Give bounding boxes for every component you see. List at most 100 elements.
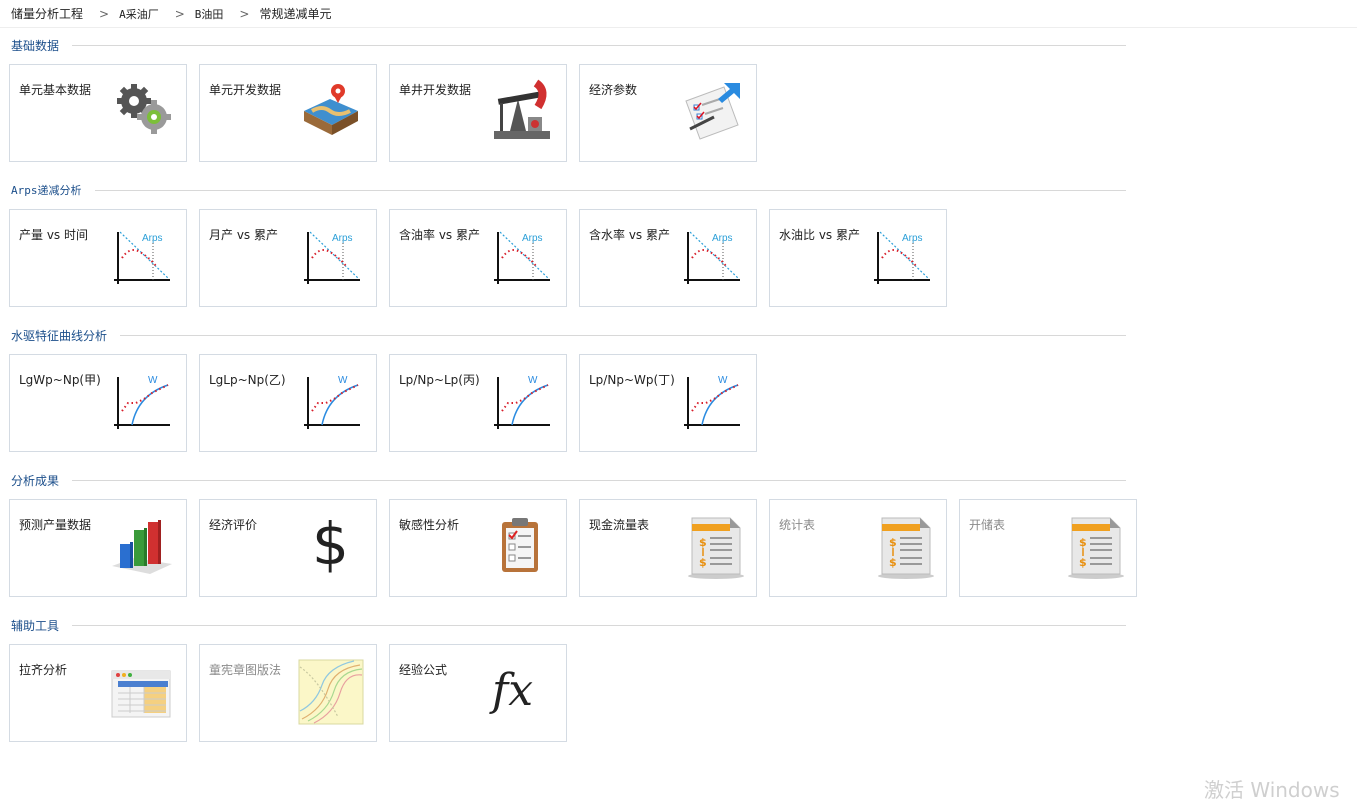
- tile-label: 经济参数: [589, 83, 638, 97]
- section-title: 辅助工具: [11, 618, 60, 633]
- section-divider: [94, 189, 1126, 191]
- breadcrumb-item-field[interactable]: B油田: [195, 6, 224, 22]
- svg-text:$: $: [1079, 556, 1087, 569]
- tile-lpnp-wp[interactable]: Lp/Np~Wp(丁) W: [579, 354, 757, 452]
- tile-label: 经验公式: [399, 663, 448, 677]
- chart-label: Arps: [142, 233, 163, 244]
- spreadsheet-icon: [111, 670, 171, 718]
- svg-text:$: $: [889, 556, 897, 569]
- chart-label: Arps: [712, 233, 733, 244]
- section-header-basic: 基础数据: [11, 37, 1126, 53]
- tile-tong-chart-method[interactable]: 童宪章图版法: [199, 644, 377, 742]
- bar-chart-icon: [112, 520, 172, 574]
- tile-label: 拉齐分析: [19, 663, 68, 677]
- clipboard-checklist-icon: [502, 518, 538, 572]
- tile-reserves-table[interactable]: 开储表 $ $: [959, 499, 1137, 597]
- tile-unit-basic-data[interactable]: 单元基本数据: [9, 64, 187, 162]
- tile-label: 童宪章图版法: [209, 663, 282, 677]
- water-drive-chart-icon: W: [684, 375, 740, 429]
- section-divider: [120, 334, 1126, 336]
- chart-plate-icon: [298, 659, 364, 725]
- tile-sensitivity-analysis[interactable]: 敏感性分析: [389, 499, 567, 597]
- breadcrumb-item-project[interactable]: 储量分析工程: [11, 5, 83, 22]
- tile-label: Lp/Np~Wp(丁): [589, 373, 675, 387]
- breadcrumb-item-plant[interactable]: A采油厂: [119, 6, 159, 22]
- water-drive-chart-icon: W: [114, 375, 170, 429]
- chart-label: W: [718, 375, 728, 386]
- tile-label: 单元基本数据: [19, 83, 92, 97]
- arps-decline-chart-icon: Arps: [114, 231, 170, 284]
- tile-label: 敏感性分析: [399, 518, 460, 532]
- svg-text:$: $: [1079, 536, 1087, 549]
- tile-label: 含油率 vs 累产: [399, 228, 480, 242]
- arps-decline-chart-icon: Arps: [304, 231, 360, 284]
- tile-label: 单井开发数据: [399, 83, 472, 97]
- chevron-right-icon: >: [174, 6, 185, 21]
- function-fx-icon: fx: [492, 665, 534, 716]
- finance-document-icon: $ $: [688, 517, 744, 579]
- section-title: Arps递减分析: [11, 184, 82, 197]
- section-divider: [72, 44, 1126, 46]
- map-pin-icon: [304, 84, 358, 135]
- section-title: 分析成果: [11, 473, 60, 488]
- tile-label: 开储表: [969, 518, 1006, 532]
- tile-forecast-production[interactable]: 预测产量数据: [9, 499, 187, 597]
- svg-text:$: $: [889, 536, 897, 549]
- finance-document-icon: $ $: [1068, 517, 1124, 579]
- svg-text:$: $: [699, 556, 707, 569]
- chevron-right-icon: >: [239, 6, 250, 21]
- tile-statistics-table[interactable]: 统计表 $ $: [769, 499, 947, 597]
- section-header-arps: Arps递减分析: [11, 182, 1126, 198]
- tile-well-dev-data[interactable]: 单井开发数据: [389, 64, 567, 162]
- arps-decline-chart-icon: Arps: [874, 231, 930, 284]
- tile-label: 经济评价: [209, 518, 258, 532]
- tile-empirical-formula[interactable]: 经验公式 fx: [389, 644, 567, 742]
- tile-rate-vs-time[interactable]: 产量 vs 时间 Arps: [9, 209, 187, 307]
- tile-label: 含水率 vs 累产: [589, 228, 670, 242]
- tile-water-cut-vs-cumulative[interactable]: 含水率 vs 累产 Arps: [579, 209, 757, 307]
- tile-label: 预测产量数据: [19, 518, 92, 532]
- tile-alignment-analysis[interactable]: 拉齐分析: [9, 644, 187, 742]
- checklist-pen-icon: [685, 83, 740, 140]
- chart-label: Arps: [332, 233, 353, 244]
- tile-economic-evaluation[interactable]: 经济评价 $: [199, 499, 377, 597]
- chart-label: W: [338, 375, 348, 386]
- tile-lpnp-lp[interactable]: Lp/Np~Lp(丙) W: [389, 354, 567, 452]
- section-title: 水驱特征曲线分析: [11, 328, 108, 343]
- breadcrumb: 储量分析工程 > A采油厂 > B油田 > 常规递减单元: [0, 0, 1357, 28]
- tile-economic-params[interactable]: 经济参数: [579, 64, 757, 162]
- tile-label: LgWp~Np(甲): [19, 373, 101, 387]
- finance-document-icon: $ $: [878, 517, 934, 579]
- tile-label: 单元开发数据: [209, 83, 282, 97]
- chart-label: Arps: [902, 233, 923, 244]
- tile-unit-dev-data[interactable]: 单元开发数据: [199, 64, 377, 162]
- activation-watermark: 激活 Windows: [1204, 778, 1340, 802]
- chart-label: Arps: [522, 233, 543, 244]
- svg-text:$: $: [699, 536, 707, 549]
- pumpjack-icon: [494, 79, 550, 139]
- tile-label: 水油比 vs 累产: [779, 228, 860, 242]
- tile-lgwp-np[interactable]: LgWp~Np(甲) W: [9, 354, 187, 452]
- arps-decline-chart-icon: Arps: [494, 231, 550, 284]
- tile-wor-vs-cumulative[interactable]: 水油比 vs 累产 Arps: [769, 209, 947, 307]
- section-divider: [72, 624, 1126, 626]
- chevron-right-icon: >: [99, 6, 110, 21]
- section-title: 基础数据: [11, 38, 60, 53]
- tile-monthly-vs-cumulative[interactable]: 月产 vs 累产 Arps: [199, 209, 377, 307]
- breadcrumb-item-unit: 常规递减单元: [259, 7, 332, 21]
- tile-oil-cut-vs-cumulative[interactable]: 含油率 vs 累产 Arps: [389, 209, 567, 307]
- tile-cash-flow-table[interactable]: 现金流量表 $ $: [579, 499, 757, 597]
- tile-label: LgLp~Np(乙): [209, 373, 286, 387]
- water-drive-chart-icon: W: [304, 375, 360, 429]
- gears-icon: [117, 84, 171, 134]
- chart-label: W: [528, 375, 538, 386]
- tile-label: Lp/Np~Lp(丙): [399, 373, 480, 387]
- section-divider: [72, 479, 1126, 481]
- arps-decline-chart-icon: Arps: [684, 231, 740, 284]
- section-header-results: 分析成果: [11, 472, 1126, 488]
- section-header-tools: 辅助工具: [11, 617, 1126, 633]
- water-drive-chart-icon: W: [494, 375, 550, 429]
- tile-label: 现金流量表: [589, 518, 650, 532]
- tile-lglp-np[interactable]: LgLp~Np(乙) W: [199, 354, 377, 452]
- tile-label: 月产 vs 累产: [209, 228, 278, 242]
